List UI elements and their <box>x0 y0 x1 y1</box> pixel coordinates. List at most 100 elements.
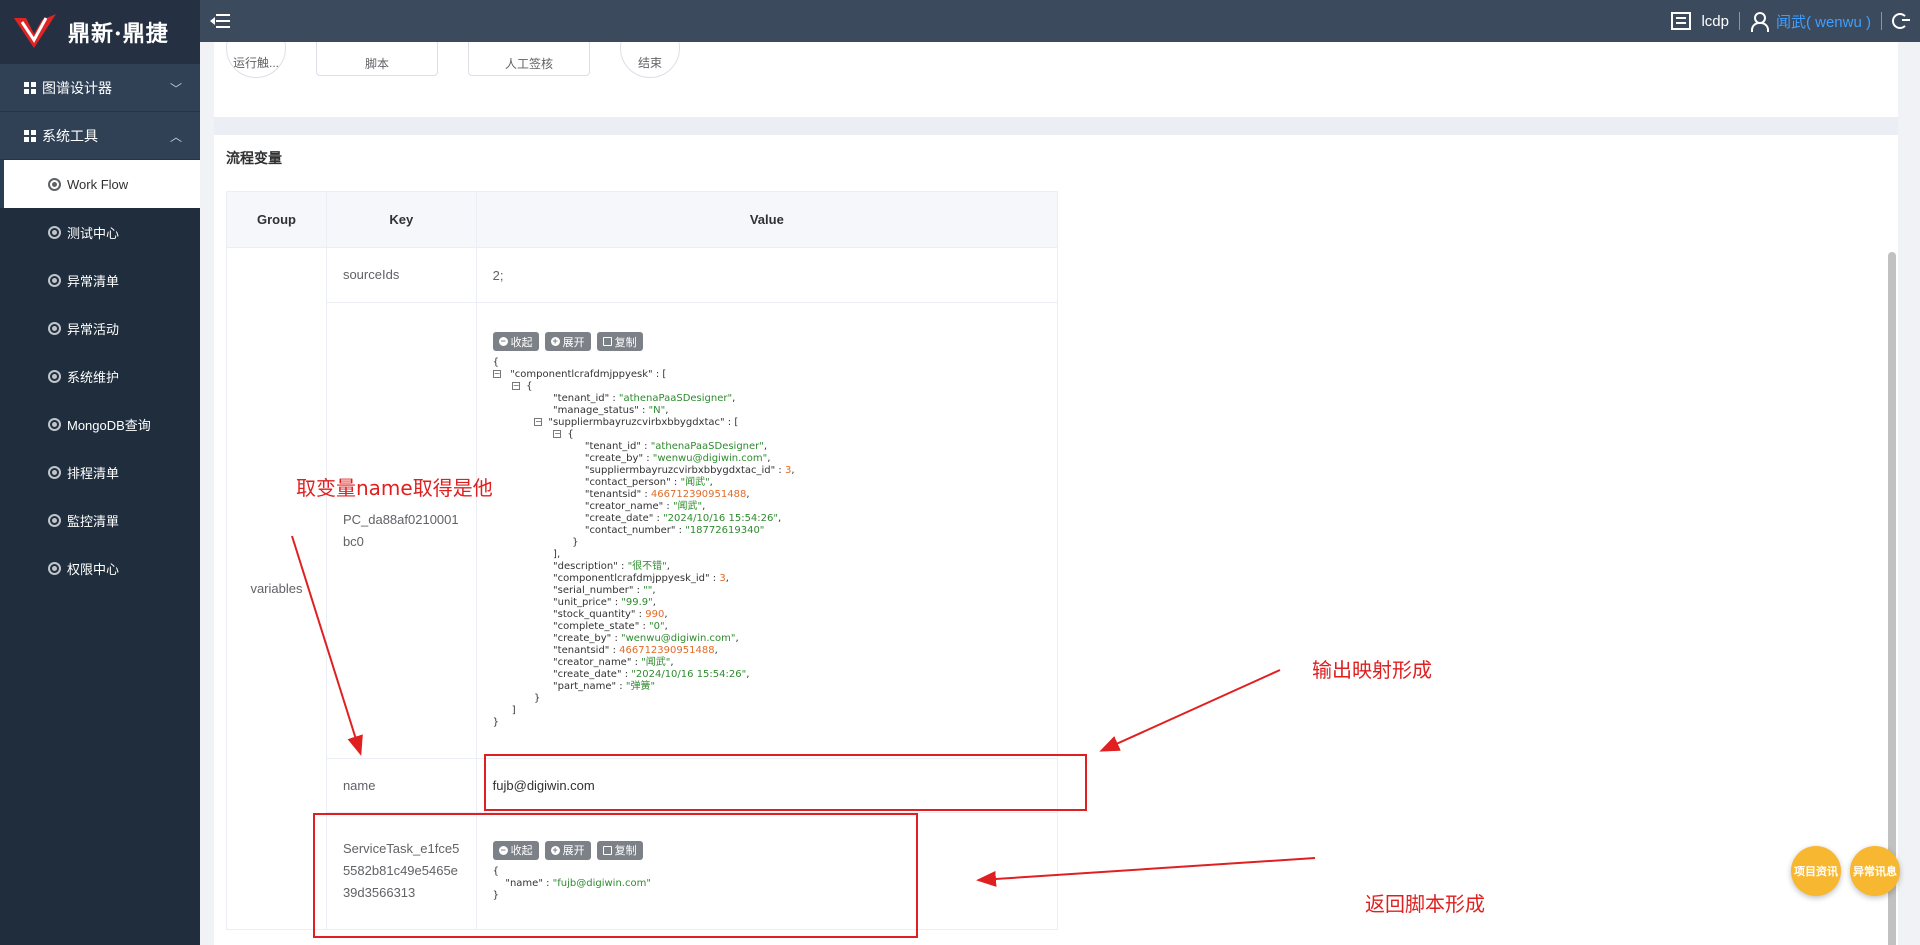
menu-collapse-icon[interactable] <box>210 13 230 29</box>
header-value: Value <box>475 191 1059 248</box>
project-info-button[interactable]: 项目资讯 <box>1791 846 1841 896</box>
expand-label: 展开 <box>562 845 585 857</box>
table-row: ServiceTask_e1fce55582b81c49e5465e39d356… <box>227 812 1059 930</box>
user-icon <box>1750 12 1769 32</box>
menu-group-system-tools[interactable]: 系统工具 ︿ <box>0 112 200 160</box>
topbar: lcdp 闻武( wenwu ) <box>200 0 1920 42</box>
divider-band <box>214 117 1898 135</box>
topbar-right: lcdp 闻武( wenwu ) <box>1671 0 1910 42</box>
sidebar-item-workflow[interactable]: Work Flow <box>0 160 200 208</box>
copy-button[interactable]: 复制 <box>596 332 643 351</box>
user-name[interactable]: 闻武( wenwu ) <box>1776 11 1871 32</box>
table-row: variables sourceIds 2; <box>226 247 1059 930</box>
flow-node-label: 运行触... <box>232 55 279 70</box>
copy-icon <box>602 337 612 346</box>
logout-icon[interactable] <box>1892 13 1910 29</box>
flow-node-end[interactable]: 结束 <box>620 42 680 78</box>
plus-circle-icon: + <box>550 844 560 855</box>
brand-name-part1: 鼎新 <box>68 21 115 47</box>
section-title: 流程变量 <box>226 150 282 166</box>
sidebar-item-exception-list[interactable]: 异常清单 <box>0 256 200 304</box>
minus-circle-icon: − <box>498 336 508 346</box>
sidebar: 鼎新·鼎捷 图谱设计器 ﹀ 系统工具 ︿ Work Flow 测试中心 异常清单… <box>0 0 200 945</box>
brand-logo[interactable]: 鼎新·鼎捷 <box>0 0 200 64</box>
key-cell: name <box>325 758 477 813</box>
value-cell: 2; <box>475 247 1059 303</box>
brand-dot: · <box>114 21 123 47</box>
collapse-button[interactable]: − 收起 <box>492 332 539 351</box>
chrome-icon <box>48 369 61 383</box>
sidebar-item-label: 异常清单 <box>67 273 120 289</box>
expand-button[interactable]: + 展开 <box>544 332 591 351</box>
json-toolbar: − 收起 + 展开 复制 <box>492 332 1041 351</box>
value-cell-json: − 收起 + 展开 复制 { "name" : "fujb@digiwin.com"… <box>475 812 1059 930</box>
flow-node-label: 结束 <box>637 55 662 70</box>
flow-diagram: 运行触... 脚本 人工签核 结束 <box>214 42 1898 117</box>
sidebar-item-label: 异常活动 <box>67 321 120 337</box>
header-key: Key <box>325 191 477 248</box>
chevron-down-icon: ﹀ <box>169 82 182 96</box>
variables-table: Group Key Value variables sourceIds 2; P… <box>226 191 1059 930</box>
annotation-text-2: 输出映射形成 <box>1312 658 1432 682</box>
sidebar-item-label: 監控清單 <box>67 513 120 529</box>
flow-node-approval[interactable]: 人工签核 <box>468 42 590 76</box>
grid-icon <box>24 129 36 142</box>
menu-group-graph-designer[interactable]: 图谱设计器 ﹀ <box>0 64 200 112</box>
sidebar-item-maintenance[interactable]: 系统维护 <box>0 352 200 400</box>
sidebar-item-label: Work Flow <box>67 176 129 192</box>
json-viewer: { "name" : "fujb@digiwin.com" } <box>492 865 651 901</box>
exception-info-button[interactable]: 异常讯息 <box>1850 846 1900 896</box>
menu-group-label: 系统工具 <box>42 127 98 144</box>
chrome-icon <box>48 465 61 479</box>
flow-node-start[interactable]: 运行触... <box>226 42 286 78</box>
collapse-label: 收起 <box>510 845 533 857</box>
brand-name: 鼎新·鼎捷 <box>68 16 169 48</box>
key-cell: ServiceTask_e1fce55582b81c49e5465e39d356… <box>325 812 477 930</box>
brand-name-part2: 鼎捷 <box>122 21 169 47</box>
sidebar-item-exception-activity[interactable]: 异常活动 <box>0 304 200 352</box>
expand-button[interactable]: + 展开 <box>544 840 591 860</box>
copy-icon <box>602 845 612 855</box>
sidebar-item-test-center[interactable]: 测试中心 <box>0 208 200 256</box>
flow-node-label: 人工签核 <box>504 56 553 71</box>
key-cell: sourceIds <box>325 247 477 303</box>
flow-node-label: 脚本 <box>364 56 389 71</box>
copy-label: 复制 <box>614 845 637 857</box>
plus-circle-icon: + <box>550 336 560 346</box>
scrollbar[interactable] <box>1888 252 1896 945</box>
chrome-icon <box>48 321 61 335</box>
sidebar-item-schedule[interactable]: 排程清单 <box>0 448 200 496</box>
sidebar-item-monitor[interactable]: 監控清單 <box>0 496 200 544</box>
chrome-icon <box>48 561 61 575</box>
tenant-name[interactable]: lcdp <box>1701 13 1729 30</box>
minus-circle-icon: − <box>498 844 508 855</box>
collapse-button[interactable]: − 收起 <box>492 840 539 860</box>
key-cell: PC_da88af0210001bc0 <box>325 302 477 759</box>
sidebar-item-label: 测试中心 <box>67 225 120 241</box>
chevron-up-icon: ︿ <box>169 130 182 144</box>
json-viewer: { − "componentlcrafdmjppyesk" : [ − { "t… <box>492 357 795 728</box>
chrome-icon <box>48 225 61 239</box>
flow-node-script[interactable]: 脚本 <box>316 42 438 76</box>
header-group: Group <box>226 191 327 248</box>
json-toolbar: − 收起 + 展开 复制 <box>492 840 1041 860</box>
brand-mark-icon <box>14 14 56 48</box>
table-row: PC_da88af0210001bc0 − 收起 + 展开 复制 { − "comp… <box>227 302 1059 759</box>
grid-icon <box>24 81 36 94</box>
chrome-icon <box>48 273 61 287</box>
group-cell: variables <box>226 247 327 930</box>
annotation-text-3: 返回脚本形成 <box>1365 892 1485 916</box>
sidebar-item-label: 权限中心 <box>67 561 120 577</box>
copy-button[interactable]: 复制 <box>596 840 643 860</box>
sidebar-item-permission[interactable]: 权限中心 <box>0 544 200 592</box>
sidebar-item-label: 排程清单 <box>67 465 120 481</box>
building-icon <box>1671 12 1692 30</box>
sidebar-item-label: MongoDB查询 <box>67 417 151 433</box>
sidebar-item-mongodb[interactable]: MongoDB查询 <box>0 400 200 448</box>
divider <box>1881 12 1882 30</box>
value-cell-json: − 收起 + 展开 复制 { − "componentlcrafdmjppyesk"… <box>475 302 1059 759</box>
chrome-icon <box>48 177 61 191</box>
value-cell: fujb@digiwin.com <box>475 758 1059 813</box>
divider <box>1738 12 1740 30</box>
chrome-icon <box>48 513 61 527</box>
